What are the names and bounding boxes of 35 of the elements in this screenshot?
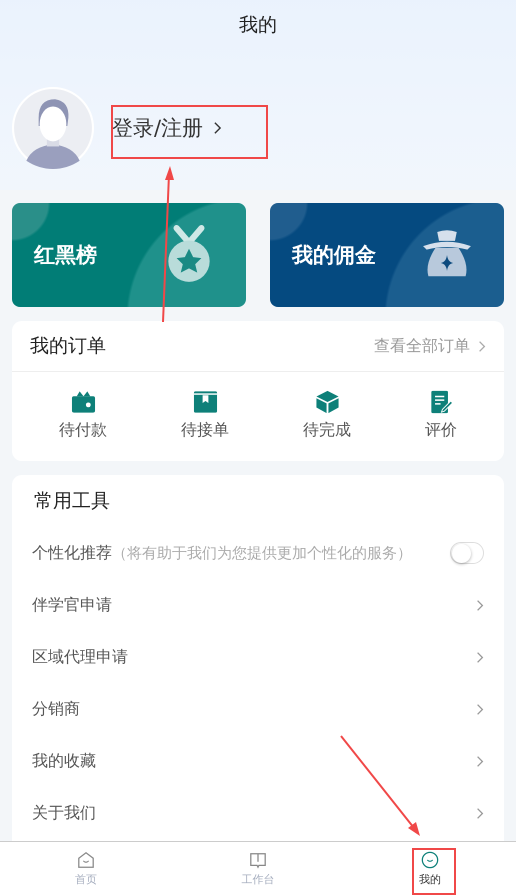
chevron-icon — [476, 702, 484, 716]
menu-item[interactable]: 关于我们 — [32, 787, 484, 839]
menu-item[interactable]: 区域代理申请 — [32, 631, 484, 683]
box-icon — [314, 390, 340, 414]
setting-note: （将有助于我们为您提供更加个性化的服务） — [112, 544, 412, 562]
order-status-item[interactable]: 评价 — [425, 390, 457, 441]
chevron-icon — [478, 340, 486, 352]
book-icon — [249, 851, 267, 869]
feature-card[interactable]: 红黑榜 — [12, 203, 246, 307]
section-title: 我的订单 — [30, 334, 106, 359]
toggle-switch[interactable] — [450, 542, 484, 564]
menu-item[interactable]: 伴学官申请 — [32, 579, 484, 631]
chevron-icon — [476, 650, 484, 664]
order-status-item[interactable]: 待付款 — [59, 390, 107, 441]
order-status-item[interactable]: 待接单 — [181, 390, 229, 441]
tab-item[interactable]: 我的 — [390, 842, 470, 896]
wallet-icon — [70, 390, 96, 414]
page-title: 我的 — [239, 13, 277, 38]
login-link[interactable]: 登录/注册 — [112, 114, 222, 142]
section-title: 常用工具 — [33, 489, 111, 514]
highlight-box — [412, 848, 456, 895]
package-icon — [192, 390, 218, 414]
edit-note-icon — [428, 390, 454, 414]
chevron-icon — [476, 754, 484, 768]
feature-card[interactable]: 我的佣金 — [270, 203, 504, 307]
chevron-icon — [213, 121, 222, 135]
menu-item[interactable]: 我的收藏 — [32, 735, 484, 787]
smile-icon — [421, 851, 439, 869]
avatar-icon[interactable] — [12, 87, 94, 169]
chevron-icon — [476, 806, 484, 820]
setting-label: 个性化推荐 — [32, 542, 112, 562]
chevron-icon — [476, 598, 484, 612]
order-status-item[interactable]: 待完成 — [303, 390, 351, 441]
home-icon — [77, 851, 95, 869]
menu-item[interactable]: 分销商 — [32, 683, 484, 735]
